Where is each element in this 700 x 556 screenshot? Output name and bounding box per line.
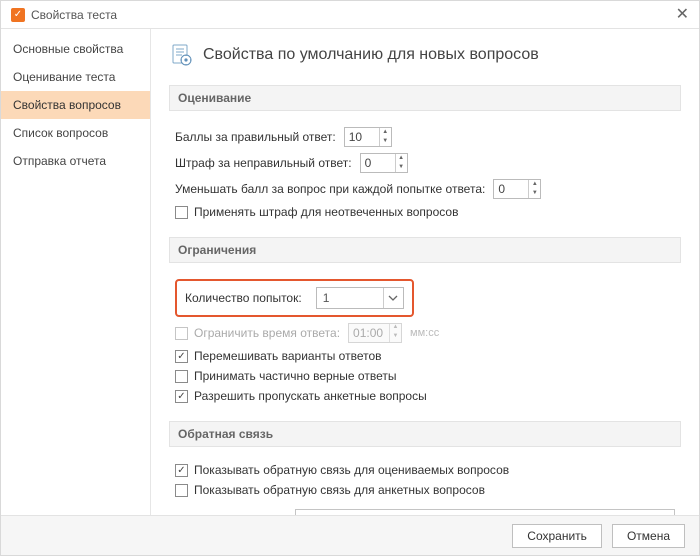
shuffle-label: Перемешивать варианты ответов [194,349,382,363]
sidebar: Основные свойства Оценивание теста Свойс… [1,29,151,515]
partial-label: Принимать частично верные ответы [194,369,396,383]
show-survey-checkbox[interactable]: Показывать обратную связь для анкетных в… [175,483,485,497]
partial-checkbox[interactable]: Принимать частично верные ответы [175,369,396,383]
up-icon[interactable]: ▲ [396,154,407,163]
correct-points-label: Баллы за правильный ответ: [175,130,336,144]
skip-survey-checkbox[interactable]: Разрешить пропускать анкетные вопросы [175,389,427,403]
penalty-label: Штраф за неправильный ответ: [175,156,352,170]
checkbox-icon [175,370,188,383]
content-scroll[interactable]: Оценивание Баллы за правильный ответ: ▲▼… [151,77,699,515]
limit-time-stepper[interactable]: ▲▼ [348,323,402,343]
page-icon [169,43,193,67]
fb-correct-label: Верно: [175,513,285,515]
save-button[interactable]: Сохранить [512,524,602,548]
fb-correct-input[interactable] [295,509,675,515]
down-icon[interactable]: ▼ [380,137,391,146]
limit-time-hint: мм:cc [410,327,439,339]
decrease-input[interactable] [494,180,528,198]
close-icon[interactable]: ✕ [676,7,689,23]
section-title-scoring: Оценивание [169,85,681,111]
penalty-stepper[interactable]: ▲▼ [360,153,408,173]
show-graded-label: Показывать обратную связь для оцениваемы… [194,463,509,477]
sidebar-item-basic[interactable]: Основные свойства [1,35,150,63]
app-icon: ✓ [11,8,25,22]
sidebar-item-report[interactable]: Отправка отчета [1,147,150,175]
attempts-combo[interactable] [316,287,404,309]
down-icon[interactable]: ▼ [396,163,407,172]
footer: Сохранить Отмена [1,515,699,555]
attempts-input[interactable] [317,288,383,308]
titlebar: ✓ Свойства теста ✕ [1,1,699,29]
apply-penalty-label: Применять штраф для неотвеченных вопросо… [194,205,458,219]
correct-points-input[interactable] [345,128,379,146]
decrease-label: Уменьшать балл за вопрос при каждой попы… [175,182,485,196]
section-title-limits: Ограничения [169,237,681,263]
down-icon: ▼ [390,333,401,342]
limit-time-label: Ограничить время ответа: [194,326,340,340]
down-icon[interactable]: ▼ [529,189,540,198]
apply-penalty-checkbox[interactable]: Применять штраф для неотвеченных вопросо… [175,205,458,219]
up-icon[interactable]: ▲ [529,180,540,189]
attempts-label: Количество попыток: [185,291,302,305]
up-icon[interactable]: ▲ [380,128,391,137]
checkbox-icon [175,350,188,363]
show-survey-label: Показывать обратную связь для анкетных в… [194,483,485,497]
penalty-input[interactable] [361,154,395,172]
correct-points-stepper[interactable]: ▲▼ [344,127,392,147]
page-title: Свойства по умолчанию для новых вопросов [203,46,539,64]
chevron-down-icon[interactable] [383,288,403,308]
attempts-highlight: Количество попыток: [175,279,414,317]
section-title-feedback: Обратная связь [169,421,681,447]
checkbox-icon [175,327,188,340]
checkbox-icon [175,206,188,219]
skip-survey-label: Разрешить пропускать анкетные вопросы [194,389,427,403]
limit-time-checkbox[interactable]: Ограничить время ответа: [175,326,340,340]
sidebar-item-question-list[interactable]: Список вопросов [1,119,150,147]
checkbox-icon [175,484,188,497]
up-icon: ▲ [390,324,401,333]
sidebar-item-grading[interactable]: Оценивание теста [1,63,150,91]
checkbox-icon [175,464,188,477]
checkbox-icon [175,390,188,403]
window-title: Свойства теста [31,8,117,22]
cancel-button[interactable]: Отмена [612,524,685,548]
decrease-stepper[interactable]: ▲▼ [493,179,541,199]
limit-time-input[interactable] [349,324,389,342]
sidebar-item-question-props[interactable]: Свойства вопросов [1,91,150,119]
show-graded-checkbox[interactable]: Показывать обратную связь для оцениваемы… [175,463,509,477]
shuffle-checkbox[interactable]: Перемешивать варианты ответов [175,349,382,363]
